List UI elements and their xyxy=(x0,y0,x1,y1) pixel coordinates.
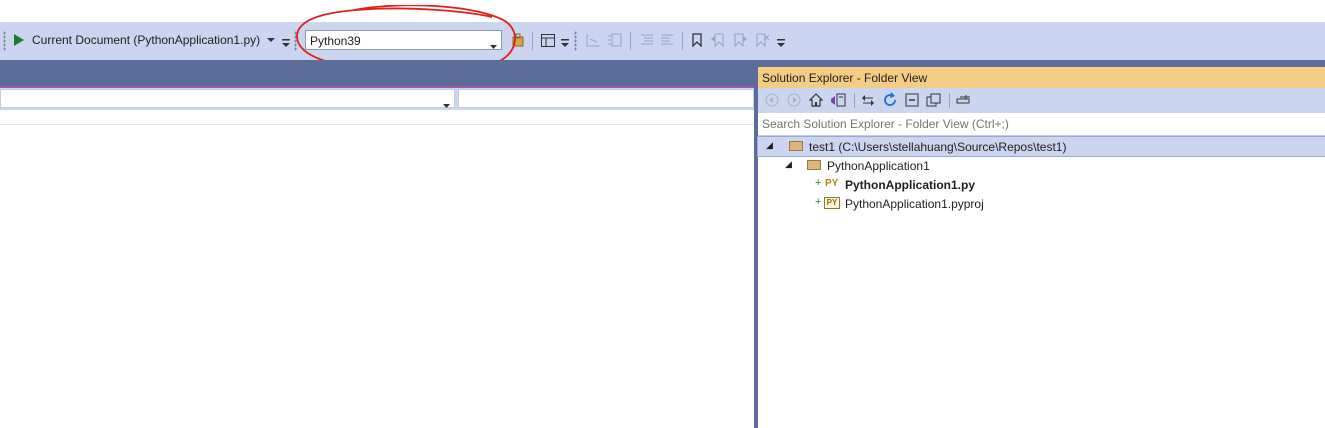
uncomment-lines-icon xyxy=(658,32,676,48)
python-project-icon: PY xyxy=(824,197,840,209)
solution-explorer-title: Solution Explorer - Folder View xyxy=(762,71,928,85)
back-icon xyxy=(764,92,780,108)
tree-item-pythonapplication1-pyproj[interactable]: + PY PythonApplication1.pyproj xyxy=(758,194,1325,213)
next-bookmark-icon xyxy=(731,32,749,48)
chevron-down-icon xyxy=(443,97,450,111)
toolbar-separator xyxy=(630,32,631,50)
code-editor[interactable] xyxy=(0,110,754,428)
switch-views-icon[interactable] xyxy=(828,92,848,108)
comment-lines-icon xyxy=(638,32,656,48)
navigation-member-select[interactable] xyxy=(458,89,754,108)
show-all-files-icon[interactable] xyxy=(925,92,943,108)
home-icon[interactable] xyxy=(808,92,824,108)
python-environment-select[interactable]: Python39 xyxy=(305,30,502,50)
toolbar-separator xyxy=(854,93,855,108)
toolbar-overflow-icon[interactable] xyxy=(775,37,787,49)
chevron-down-icon xyxy=(490,38,497,52)
tree-item-label: PythonApplication1 xyxy=(827,159,930,173)
toolbar-separator xyxy=(949,93,950,108)
run-dropdown-icon[interactable] xyxy=(265,35,277,45)
toolbar-grip[interactable] xyxy=(294,31,297,51)
collapse-arrow-icon[interactable]: ◢ xyxy=(766,140,773,151)
toolbar-separator xyxy=(532,32,533,50)
window-top-area xyxy=(0,0,1325,22)
run-target-button[interactable]: Current Document (PythonApplication1.py) xyxy=(32,33,260,47)
editor-divider xyxy=(0,124,754,125)
document-tab-well xyxy=(0,60,754,86)
standard-toolbar: Current Document (PythonApplication1.py)… xyxy=(0,22,1325,60)
toolbar-grip[interactable] xyxy=(3,31,6,51)
tool-window-frame xyxy=(758,60,1325,67)
indent-icon xyxy=(584,32,602,48)
python-environment-value: Python39 xyxy=(310,34,361,48)
folder-icon xyxy=(789,141,803,151)
previous-bookmark-icon xyxy=(709,32,727,48)
collapse-all-icon[interactable] xyxy=(903,92,921,108)
refresh-icon[interactable] xyxy=(881,92,899,108)
toolbar-overflow-icon[interactable] xyxy=(280,37,292,49)
git-added-icon: + xyxy=(815,177,822,189)
folder-icon xyxy=(807,160,821,170)
tree-item-pythonapplication1-folder[interactable]: ◢ PythonApplication1 xyxy=(758,156,1325,175)
collapse-arrow-icon[interactable]: ◢ xyxy=(785,159,792,170)
toolbar-overflow-icon[interactable] xyxy=(560,37,570,49)
properties-icon[interactable] xyxy=(955,92,973,108)
tree-item-pythonapplication1-py[interactable]: + PY PythonApplication1.py xyxy=(758,175,1325,194)
toolbar-grip[interactable] xyxy=(574,31,577,51)
environment-settings-icon[interactable] xyxy=(510,32,526,48)
clear-bookmarks-icon xyxy=(753,32,771,48)
format-icon xyxy=(605,32,623,48)
git-added-icon: + xyxy=(815,196,822,208)
tree-item-label: test1 (C:\Users\stellahuang\Source\Repos… xyxy=(809,140,1067,154)
tree-item-label: PythonApplication1.py xyxy=(845,178,976,192)
sync-with-document-icon[interactable] xyxy=(860,92,876,108)
solution-explorer-search[interactable] xyxy=(758,114,1325,136)
bookmark-icon[interactable] xyxy=(689,32,705,48)
toolbar-separator xyxy=(682,32,683,50)
navigation-scope-select[interactable] xyxy=(0,89,455,108)
python-file-icon: PY xyxy=(825,178,839,189)
forward-icon xyxy=(786,92,802,108)
layout-icon[interactable] xyxy=(539,32,557,48)
solution-explorer-tree: ◢ test1 (C:\Users\stellahuang\Source\Rep… xyxy=(757,136,1325,428)
editor-navigation-bar xyxy=(0,88,754,110)
solution-explorer-toolbar xyxy=(758,88,1325,113)
solution-explorer-title-bar: Solution Explorer - Folder View xyxy=(758,67,1325,88)
search-input[interactable] xyxy=(758,114,1302,134)
run-play-icon[interactable] xyxy=(12,31,26,49)
tree-item-test1[interactable]: ◢ test1 (C:\Users\stellahuang\Source\Rep… xyxy=(757,136,1325,157)
tree-item-label: PythonApplication1.pyproj xyxy=(845,197,984,211)
